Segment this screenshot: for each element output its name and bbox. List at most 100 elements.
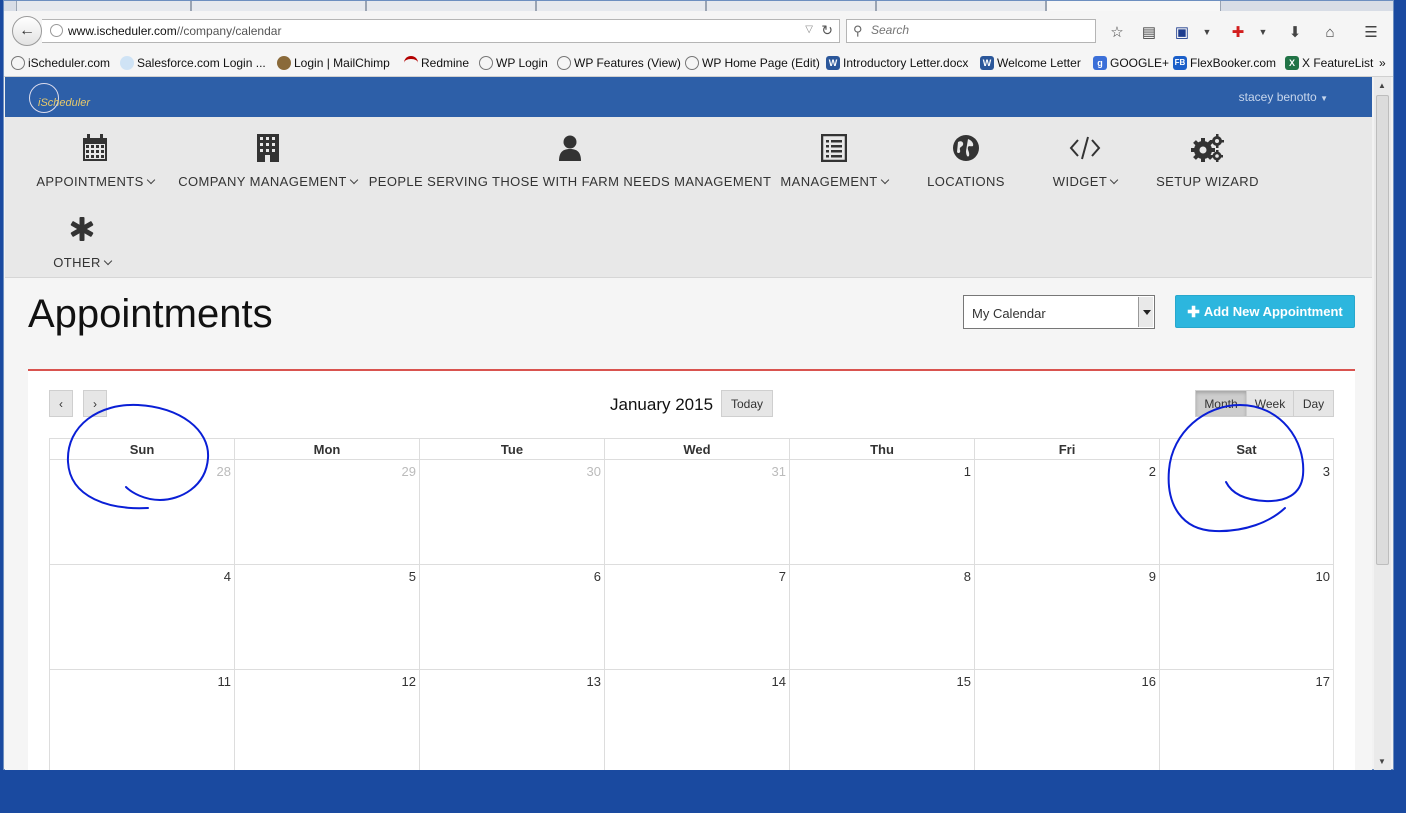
word-icon: W: [826, 56, 840, 70]
building-icon: [256, 131, 279, 165]
bookmark-wp-login[interactable]: WP Login: [479, 56, 548, 70]
arrow-left-icon: ←: [19, 22, 35, 39]
day-cell[interactable]: 29: [235, 460, 420, 564]
reload-icon[interactable]: ↻: [821, 22, 833, 39]
save-dropdown-icon[interactable]: ▼: [1196, 21, 1218, 43]
nav-appointments[interactable]: APPOINTMENTS: [36, 131, 155, 189]
day-cell[interactable]: 31: [605, 460, 790, 564]
day-cell[interactable]: 1: [790, 460, 975, 564]
cloud-icon: [120, 56, 134, 70]
chevron-down-icon: [103, 256, 112, 265]
day-cell[interactable]: 2: [975, 460, 1160, 564]
nav-widget[interactable]: WIDGET: [1045, 131, 1125, 189]
reading-list-icon[interactable]: ▤: [1138, 21, 1160, 43]
day-cell[interactable]: 13: [420, 670, 605, 770]
bookmark-featurelist[interactable]: XX FeatureList: [1285, 56, 1373, 70]
bookmark-wp-home[interactable]: WP Home Page (Edit): [685, 56, 820, 70]
url-bar[interactable]: www.ischeduler.com//company/calendar ▽ ↻: [42, 19, 840, 43]
chevron-down-icon: [349, 175, 359, 184]
nav-setup-wizard[interactable]: SETUP WIZARD: [1156, 131, 1259, 189]
addon-dropdown-icon[interactable]: ▼: [1252, 21, 1274, 43]
day-cell[interactable]: 10: [1160, 565, 1333, 669]
bookmark-ischeduler[interactable]: iScheduler.com: [11, 56, 110, 70]
day-cell[interactable]: 15: [790, 670, 975, 770]
day-cell[interactable]: 3: [1160, 460, 1333, 564]
day-cell[interactable]: 5: [235, 565, 420, 669]
calendar-week-row: 4 5 6 7 8 9 10: [49, 565, 1334, 670]
bookmarks-overflow-icon[interactable]: »: [1379, 56, 1386, 70]
bookmark-introductory-letter[interactable]: W Introductory Letter.docx: [826, 56, 968, 70]
next-month-button[interactable]: ›: [83, 390, 107, 417]
calendar-select-value: My Calendar: [972, 306, 1046, 321]
prev-month-button[interactable]: ‹: [49, 390, 73, 417]
bookmark-star-icon[interactable]: ☆: [1106, 21, 1128, 43]
day-cell[interactable]: 4: [50, 565, 235, 669]
download-icon[interactable]: ⬇: [1284, 21, 1306, 43]
day-cell[interactable]: 30: [420, 460, 605, 564]
day-cell[interactable]: 7: [605, 565, 790, 669]
scroll-down-icon[interactable]: ▼: [1378, 757, 1386, 766]
save-icon[interactable]: ▣: [1171, 21, 1193, 43]
browser-tab[interactable]: [366, 1, 536, 11]
nav-label: LOCATIONS: [927, 174, 1005, 189]
browser-tab[interactable]: [191, 1, 366, 11]
nav-label: OTHER: [53, 255, 101, 270]
bookmark-wp-features[interactable]: WP Features (View): [557, 56, 681, 70]
browser-tab[interactable]: [536, 1, 706, 11]
bookmark-label: GOOGLE+: [1110, 56, 1170, 70]
today-button[interactable]: Today: [721, 390, 773, 417]
bookmark-label: iScheduler.com: [28, 56, 111, 70]
day-cell[interactable]: 6: [420, 565, 605, 669]
nav-people-serving[interactable]: PEOPLE SERVING THOSE WITH FARM NEEDS MAN…: [369, 131, 771, 189]
scrollbar-thumb[interactable]: [1376, 95, 1389, 565]
day-cell[interactable]: 9: [975, 565, 1160, 669]
browser-tab-active[interactable]: [1046, 1, 1221, 11]
nav-company-management[interactable]: COMPANY MANAGEMENT: [178, 131, 359, 189]
search-input[interactable]: [871, 23, 1071, 37]
globe-icon: [952, 131, 980, 165]
browser-tab[interactable]: [876, 1, 1046, 11]
search-bar[interactable]: ⚲: [846, 19, 1096, 43]
nav-locations[interactable]: LOCATIONS: [924, 131, 1008, 189]
gears-icon: [1190, 131, 1225, 165]
day-header: Tue: [420, 439, 605, 459]
day-cell[interactable]: 8: [790, 565, 975, 669]
bookmark-flexbooker[interactable]: FB FlexBooker.com: [1173, 56, 1276, 70]
url-text: www.ischeduler.com//company/calendar: [68, 24, 281, 38]
tab-strip: [4, 1, 1393, 11]
add-new-appointment-button[interactable]: ✚ Add New Appointment: [1175, 295, 1355, 328]
day-cell[interactable]: 11: [50, 670, 235, 770]
day-cell[interactable]: 14: [605, 670, 790, 770]
week-view-button[interactable]: Week: [1246, 390, 1294, 417]
scroll-up-icon[interactable]: ▲: [1378, 81, 1386, 90]
url-dropdown-icon[interactable]: ▽: [805, 24, 813, 35]
home-icon[interactable]: ⌂: [1319, 21, 1341, 43]
bookmark-mailchimp[interactable]: Login | MailChimp: [277, 56, 390, 70]
day-view-button[interactable]: Day: [1293, 390, 1334, 417]
bookmark-salesforce[interactable]: Salesforce.com Login ...: [120, 56, 266, 70]
nav-management[interactable]: MANAGEMENT: [780, 131, 889, 189]
bookmark-google-plus[interactable]: g GOOGLE+: [1093, 56, 1169, 70]
hamburger-menu-icon[interactable]: ☰: [1360, 21, 1382, 43]
day-cell[interactable]: 16: [975, 670, 1160, 770]
back-button[interactable]: ←: [12, 16, 42, 46]
bookmark-redmine[interactable]: Redmine: [404, 56, 469, 70]
nav-other[interactable]: OTHER: [51, 212, 113, 270]
month-view-button[interactable]: Month: [1195, 390, 1247, 417]
browser-tab[interactable]: [16, 1, 191, 11]
bookmark-welcome-letter[interactable]: W Welcome Letter: [980, 56, 1081, 70]
day-cell[interactable]: 17: [1160, 670, 1333, 770]
calendar-select[interactable]: My Calendar: [963, 295, 1155, 329]
addon-red-cross-icon[interactable]: ✚: [1227, 21, 1249, 43]
bookmark-label: Redmine: [421, 56, 470, 70]
page-scrollbar[interactable]: ▲ ▼: [1374, 77, 1391, 770]
select-arrow-icon[interactable]: [1138, 297, 1153, 327]
app-logo[interactable]: iScheduler: [29, 83, 99, 113]
user-menu[interactable]: stacey benotto ▼: [1239, 90, 1328, 104]
nav-label: COMPANY MANAGEMENT: [178, 174, 347, 189]
fb-icon: FB: [1173, 56, 1187, 70]
browser-tab[interactable]: [706, 1, 876, 11]
day-header: Fri: [975, 439, 1160, 459]
day-cell[interactable]: 12: [235, 670, 420, 770]
day-cell[interactable]: 28: [50, 460, 235, 564]
